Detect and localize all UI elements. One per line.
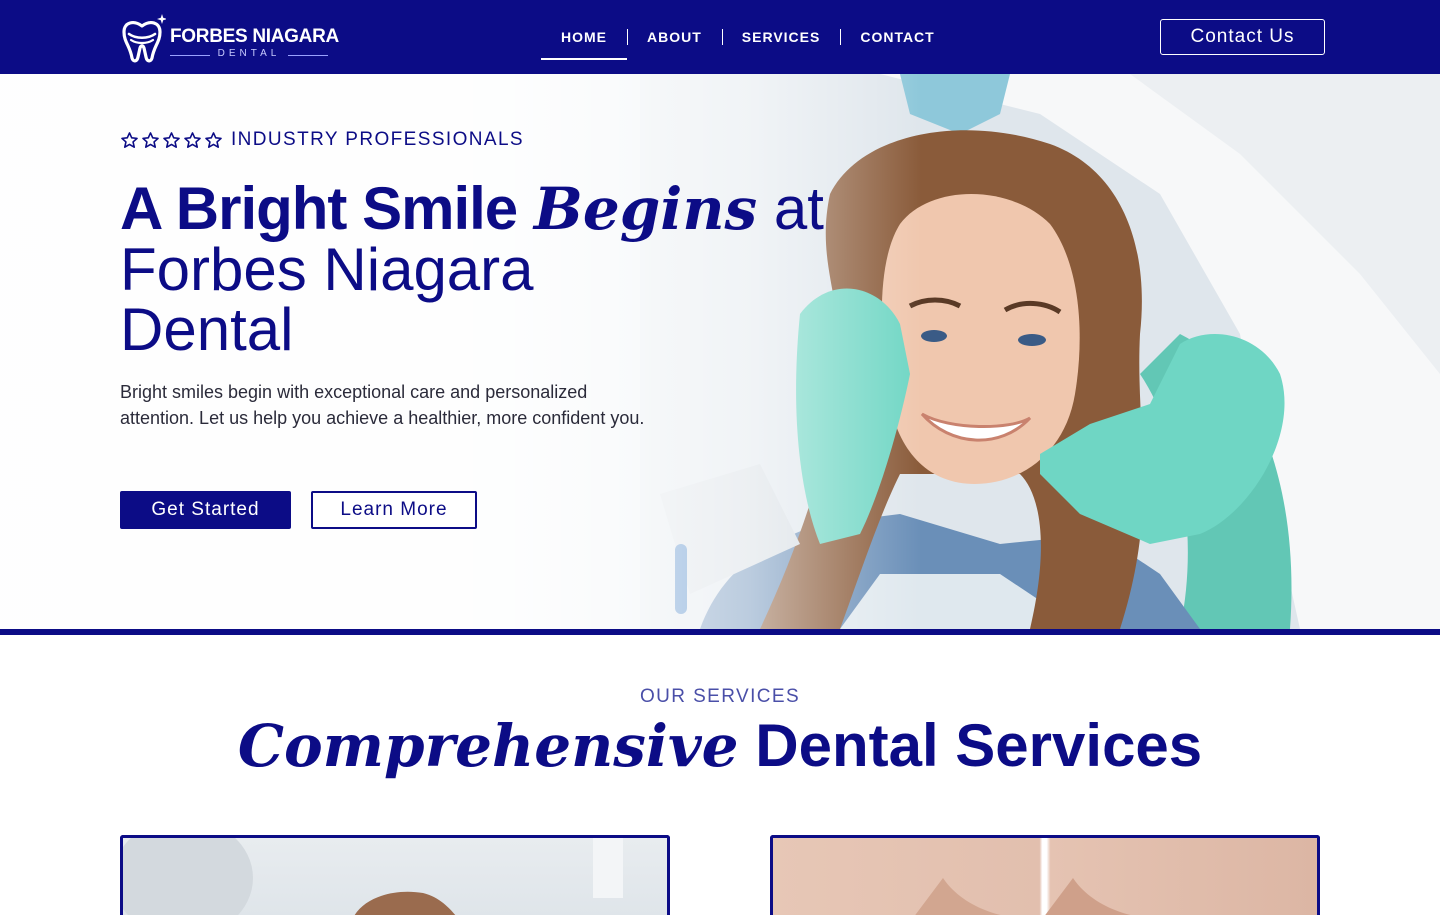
service-card-image	[123, 838, 623, 915]
headline-bold: A Bright Smile	[120, 175, 518, 242]
brand-subtitle: DENTAL	[217, 48, 281, 59]
brand-subtitle-row: DENTAL	[170, 48, 328, 62]
contact-us-button[interactable]: Contact Us	[1160, 19, 1325, 55]
hero-headline: A Bright Smile Begins at Forbes Niagara …	[120, 178, 840, 360]
services-eyebrow: OUR SERVICES	[639, 686, 801, 707]
services-title-italic: Comprehensive	[237, 712, 739, 780]
get-started-button[interactable]: Get Started	[120, 491, 291, 529]
brand-logo[interactable]: FORBES NIAGARA DENTAL	[118, 10, 339, 66]
star-outline-icon	[142, 131, 159, 148]
site-header: FORBES NIAGARA DENTAL HOME ABOUT SERVICE…	[0, 0, 1440, 74]
star-outline-icon	[205, 131, 222, 148]
tooth-sparkle-icon	[122, 14, 166, 63]
service-card[interactable]	[120, 835, 670, 915]
learn-more-button[interactable]: Learn More	[311, 491, 477, 529]
hero-eyebrow: INDUSTRY PROFESSIONALS	[120, 128, 524, 152]
service-card-image	[915, 878, 1131, 915]
services-title: Comprehensive Dental Services	[0, 712, 1440, 780]
star-outline-icon	[184, 131, 201, 148]
hero-bottom-border	[0, 629, 1440, 635]
nav-contact[interactable]: CONTACT	[840, 14, 954, 60]
brand-name: FORBES NIAGARA	[170, 26, 339, 47]
nav-home[interactable]: HOME	[541, 14, 627, 60]
nav-services[interactable]: SERVICES	[721, 14, 841, 60]
headline-line-1: A Bright Smile Begins at	[120, 175, 840, 243]
divider	[288, 55, 328, 56]
hero-description: Bright smiles begin with exceptional car…	[120, 382, 645, 428]
main-nav: HOME ABOUT SERVICES CONTACT	[541, 14, 955, 60]
star-outline-icon	[163, 131, 180, 148]
eyebrow-label: INDUSTRY PROFESSIONALS	[231, 129, 524, 150]
services-title-rest: Dental Services	[755, 712, 1203, 779]
headline-light: at	[773, 175, 824, 242]
service-card[interactable]	[770, 835, 1320, 915]
headline-line-3: Dental	[120, 296, 294, 363]
nav-about[interactable]: ABOUT	[627, 14, 722, 60]
headline-line-2: Forbes Niagara	[120, 236, 534, 303]
star-outline-icon	[121, 131, 138, 148]
headline-italic: Begins	[533, 175, 758, 243]
rating-stars	[120, 131, 223, 150]
